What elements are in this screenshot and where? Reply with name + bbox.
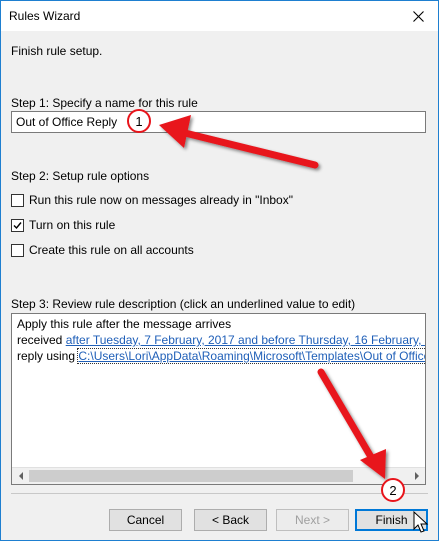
rule-name-input[interactable] [11,111,426,133]
description-line-1: Apply this rule after the message arrive… [17,317,232,331]
run-now-checkbox[interactable] [11,193,24,207]
line2-prefix: received [17,333,66,347]
window-title: Rules Wizard [9,9,81,23]
rule-description-box: Apply this rule after the message arrive… [11,313,426,485]
cancel-button[interactable]: Cancel [109,509,182,531]
date-range-link[interactable]: after Tuesday, 7 February, 2017 and befo… [66,333,425,347]
description-line-2: received after Tuesday, 7 February, 2017… [17,333,425,347]
line3-prefix: reply using [17,349,79,363]
option-all-accounts[interactable]: Create this rule on all accounts [11,241,194,259]
run-now-label: Run this rule now on messages already in… [29,193,293,207]
scroll-left-arrow-icon[interactable] [12,468,29,484]
step3-label: Step 3: Review rule description (click a… [11,297,356,311]
description-line-3: reply using C:\Users\Lori\AppData\Roamin… [17,348,425,364]
checkmark-icon [13,221,22,229]
step1-label: Step 1: Specify a name for this rule [11,96,198,110]
all-accounts-checkbox[interactable] [11,243,24,257]
turn-on-label: Turn on this rule [29,218,116,232]
horizontal-scrollbar[interactable] [12,467,425,484]
turn-on-checkbox[interactable] [11,218,24,232]
option-run-now[interactable]: Run this rule now on messages already in… [11,191,293,209]
all-accounts-label: Create this rule on all accounts [29,243,194,257]
template-path-link[interactable]: C:\Users\Lori\AppData\Roaming\Microsoft\… [77,348,425,364]
next-button[interactable]: Next > [276,509,349,531]
back-button[interactable]: < Back [194,509,267,531]
dialog-content: Finish rule setup. Step 1: Specify a nam… [1,31,438,540]
step2-label: Step 2: Setup rule options [11,169,150,183]
title-bar: Rules Wizard [1,1,438,31]
scroll-right-arrow-icon[interactable] [408,468,425,484]
scrollbar-thumb[interactable] [29,470,353,482]
finish-button[interactable]: Finish [355,509,428,531]
option-turn-on[interactable]: Turn on this rule [11,216,115,234]
close-icon [412,10,424,22]
button-divider [11,493,428,494]
dialog-heading: Finish rule setup. [11,44,103,58]
close-button[interactable] [398,1,438,31]
rules-wizard-dialog: Rules Wizard Finish rule setup. Step 1: … [0,0,439,541]
